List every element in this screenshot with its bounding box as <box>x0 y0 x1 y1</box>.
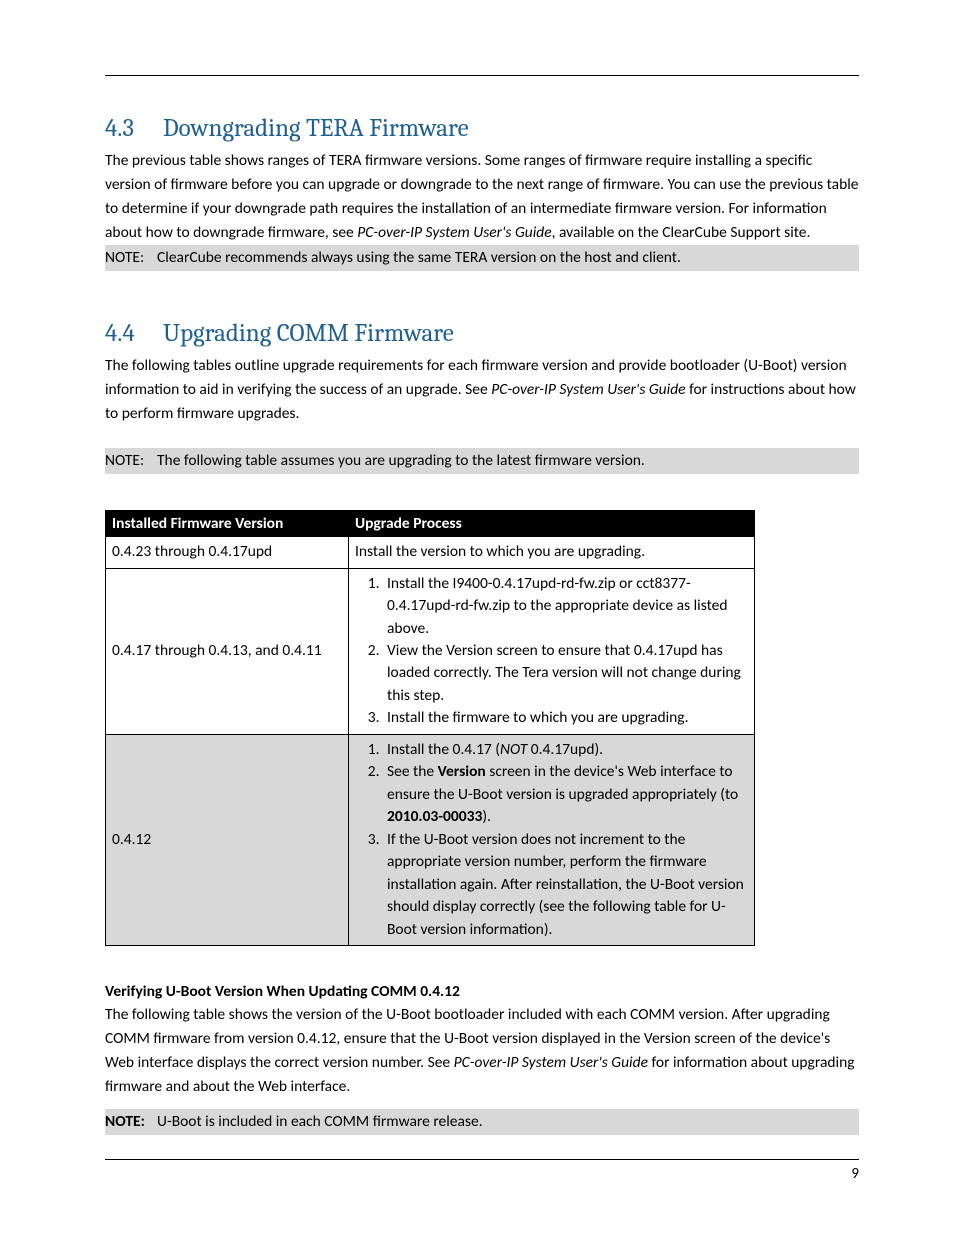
verify-heading: Verifying U-Boot Version When Updating C… <box>105 982 859 1001</box>
note-4-4-label: NOTE: <box>105 449 157 473</box>
heading-4-3-title: Downgrading TERA Firmware <box>163 114 469 143</box>
top-rule <box>105 75 859 76</box>
cell-r3-proc: Install the 0.4.17 (NOT 0.4.17upd). See … <box>349 734 755 945</box>
cell-r3-ver: 0.4.12 <box>106 734 349 945</box>
note-verify-text: U-Boot is included in each COMM firmware… <box>157 1112 483 1131</box>
r3-s2-a: See the <box>387 762 438 781</box>
r3-s2-e: ). <box>482 807 491 826</box>
heading-4-4: 4.4Upgrading COMM Firmware <box>105 319 859 348</box>
r3-s1-i: NOT <box>500 740 527 759</box>
page-number: 9 <box>851 1165 859 1183</box>
cell-r1-ver: 0.4.23 through 0.4.17upd <box>106 537 349 568</box>
r3-s1-a: Install the 0.4.17 ( <box>387 740 500 759</box>
note-verify: NOTE:U-Boot is included in each COMM fir… <box>105 1109 859 1135</box>
verify-para: The following table shows the version of… <box>105 1003 859 1099</box>
note-4-4-text: The following table assumes you are upgr… <box>157 451 645 470</box>
cell-r2-proc: Install the I9400-0.4.17upd-rd-fw.zip or… <box>349 568 755 734</box>
table-row: 0.4.17 through 0.4.13, and 0.4.11 Instal… <box>106 568 755 734</box>
list-item: See the Version screen in the device's W… <box>383 761 748 828</box>
bottom-rule <box>105 1159 859 1160</box>
note-4-3-label: NOTE: <box>105 246 157 270</box>
heading-4-4-num: 4.4 <box>105 319 163 348</box>
r3-s2-b: Version <box>438 762 486 781</box>
para-4-4-italic: PC-over-IP System User's Guide <box>491 380 685 399</box>
heading-4-3-num: 4.3 <box>105 114 163 143</box>
heading-4-4-title: Upgrading COMM Firmware <box>163 319 454 348</box>
note-4-3: NOTE:ClearCube recommends always using t… <box>105 245 859 271</box>
cell-r2-ver: 0.4.17 through 0.4.13, and 0.4.11 <box>106 568 349 734</box>
list-item: Install the firmware to which you are up… <box>383 707 748 729</box>
para-4-4: The following tables outline upgrade req… <box>105 354 859 426</box>
verify-para-italic: PC-over-IP System User's Guide <box>454 1053 648 1072</box>
list-item: If the U-Boot version does not increment… <box>383 829 748 941</box>
list-item: Install the I9400-0.4.17upd-rd-fw.zip or… <box>383 573 748 640</box>
para-4-3-tail: , available on the ClearCube Support sit… <box>552 223 811 242</box>
note-4-3-text: ClearCube recommends always using the sa… <box>157 248 681 267</box>
cell-r1-proc: Install the version to which you are upg… <box>349 537 755 568</box>
r3-s1-b: 0.4.17upd). <box>527 740 603 759</box>
upgrade-table: Installed Firmware Version Upgrade Proce… <box>105 510 755 946</box>
th-installed-version: Installed Firmware Version <box>106 511 349 537</box>
note-4-4: NOTE:The following table assumes you are… <box>105 448 859 474</box>
para-4-3-italic: PC-over-IP System User's Guide <box>357 223 551 242</box>
heading-4-3: 4.3Downgrading TERA Firmware <box>105 114 859 143</box>
para-4-3: The previous table shows ranges of TERA … <box>105 149 859 245</box>
th-upgrade-process: Upgrade Process <box>349 511 755 537</box>
note-verify-label: NOTE: <box>105 1110 157 1134</box>
table-row: 0.4.12 Install the 0.4.17 (NOT 0.4.17upd… <box>106 734 755 945</box>
list-item: View the Version screen to ensure that 0… <box>383 640 748 707</box>
list-item: Install the 0.4.17 (NOT 0.4.17upd). <box>383 739 748 761</box>
table-header-row: Installed Firmware Version Upgrade Proce… <box>106 511 755 537</box>
r3-s2-d: 2010.03-00033 <box>387 807 482 826</box>
table-row: 0.4.23 through 0.4.17upd Install the ver… <box>106 537 755 568</box>
